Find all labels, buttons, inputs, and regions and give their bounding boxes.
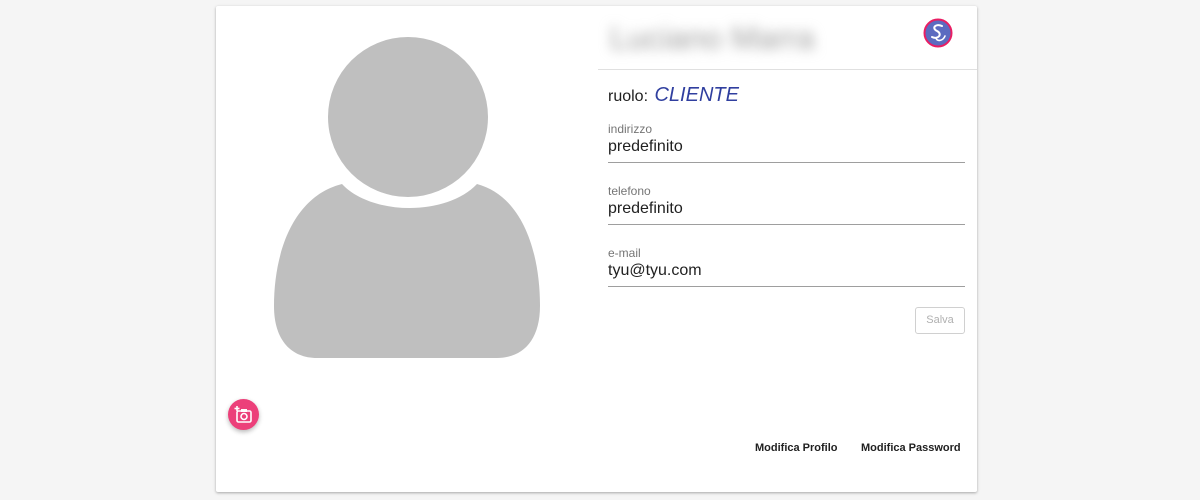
email-label: e-mail xyxy=(608,246,641,260)
sc-logo-icon xyxy=(923,18,953,48)
address-field[interactable]: indirizzo predefinito xyxy=(608,122,965,163)
avatar-area xyxy=(216,6,598,492)
add-photo-button[interactable] xyxy=(228,399,259,430)
role-label: ruolo: xyxy=(608,88,649,105)
edit-profile-button[interactable]: Modifica Profilo xyxy=(755,442,838,454)
profile-header: Luciano Marra xyxy=(598,6,977,70)
phone-field[interactable]: telefono predefinito xyxy=(608,184,965,225)
address-label: indirizzo xyxy=(608,122,653,136)
role-line: ruolo: CLIENTE xyxy=(608,84,739,107)
user-name: Luciano Marra xyxy=(610,20,815,56)
save-button[interactable]: Salva xyxy=(915,307,965,334)
role-value: CLIENTE xyxy=(654,84,739,106)
address-value[interactable]: predefinito xyxy=(608,138,683,156)
email-field[interactable]: e-mail tyu@tyu.com xyxy=(608,246,965,287)
profile-card: Luciano Marra ruolo: CLIENTE indirizzo p… xyxy=(216,6,977,492)
phone-label: telefono xyxy=(608,184,651,198)
email-value[interactable]: tyu@tyu.com xyxy=(608,262,702,280)
edit-password-button[interactable]: Modifica Password xyxy=(861,442,961,454)
add-photo-camera-icon xyxy=(234,405,252,423)
person-silhouette-icon xyxy=(274,37,540,358)
phone-value[interactable]: predefinito xyxy=(608,200,683,218)
